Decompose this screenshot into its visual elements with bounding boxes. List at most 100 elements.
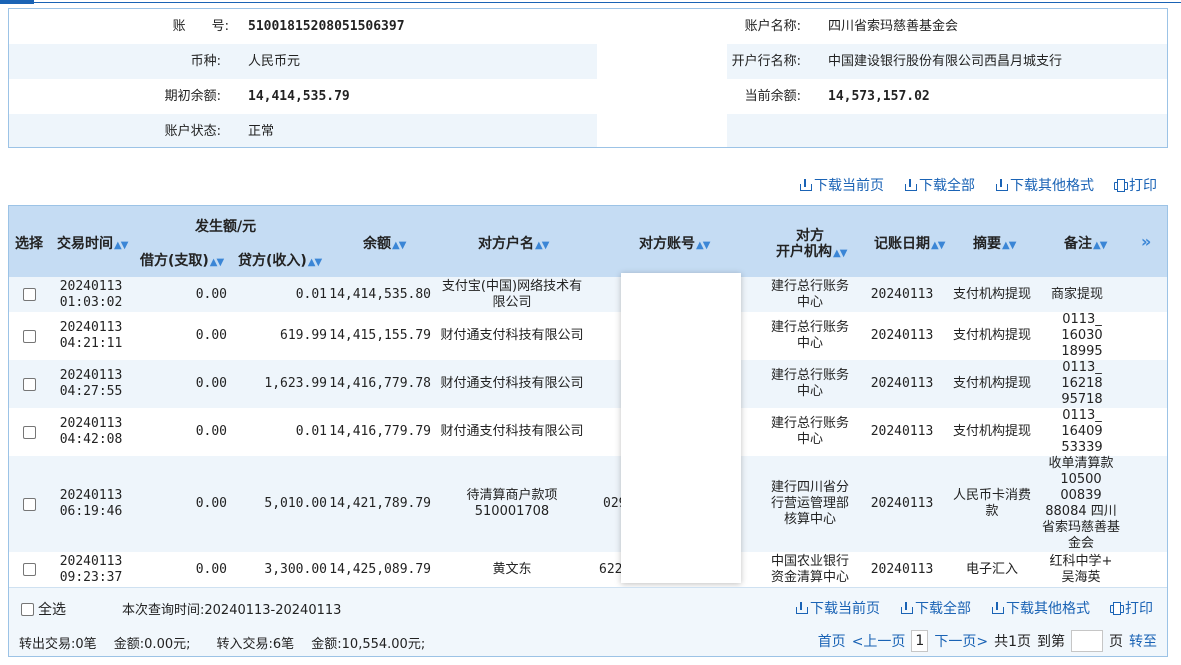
download-other-format-button[interactable]: 下载其他格式	[991, 598, 1090, 618]
row-checkbox-cell[interactable]	[21, 456, 37, 552]
remark: 收单清算款 10500 00839 88084 四川省索玛慈善基金会	[1041, 456, 1120, 551]
page-unit-label: 页	[1109, 634, 1123, 650]
col-balance[interactable]: 余额▲▼	[363, 233, 406, 253]
download-other-format-button[interactable]: 下载其他格式	[995, 175, 1094, 195]
table-footer: 全选 本次查询时间:20240113-20240113 下载当前页 下载全部 下…	[9, 587, 1167, 656]
print-button[interactable]: 打印	[1114, 175, 1157, 195]
col-debit[interactable]: 借方(支取)▲▼	[140, 250, 224, 270]
info-row: 币种: 人民币元 开户行名称: 中国建设银行股份有限公司西昌月城支行	[9, 44, 1167, 79]
col-time[interactable]: 交易时间▲▼	[57, 233, 128, 253]
sort-icon: ▲▼	[114, 240, 128, 251]
post-date: 20240113	[870, 424, 934, 439]
col-counterparty-account[interactable]: 对方账号▲▼	[639, 233, 710, 253]
counterparty-bank: 建行总行账务中心	[770, 368, 849, 399]
debit-value: 0.00	[195, 424, 227, 439]
select-all-checkbox[interactable]	[21, 602, 34, 616]
balance-value: 14,414,535.80	[329, 286, 431, 302]
col-counterparty-bank[interactable]: 开户机构▲▼	[776, 241, 847, 261]
download-icon	[799, 179, 812, 191]
total-pages: 共1页	[994, 634, 1031, 650]
transaction-stats: 转出交易:0笔 金额:0.00元; 转入交易:6笔 金额:10,554.00元;	[19, 637, 426, 652]
post-date: 20240113	[870, 286, 934, 302]
go-button[interactable]: 转至	[1129, 631, 1157, 651]
row-checkbox[interactable]	[22, 497, 36, 511]
table-row[interactable]: 20240113 04:42:08 0.00 0.01 14,416,779.79…	[9, 408, 1167, 456]
balance-value: 14,416,779.79	[329, 424, 431, 439]
summary: 人民币卡消费款	[953, 488, 1032, 519]
col-credit[interactable]: 贷方(收入)▲▼	[238, 250, 322, 270]
row-checkbox-cell[interactable]	[21, 360, 37, 408]
summary: 支付机构提现	[953, 286, 1032, 302]
download-current-page-button[interactable]: 下载当前页	[799, 175, 884, 195]
page-number-input[interactable]	[1071, 630, 1103, 652]
counterparty-name: 财付通支付科技有限公司	[440, 424, 584, 439]
printer-icon	[1114, 179, 1128, 192]
col-remark[interactable]: 备注▲▼	[1064, 233, 1107, 253]
balance-value: 14,416,779.78	[329, 376, 431, 391]
account-status-value: 正常	[248, 124, 275, 139]
debit-value: 0.00	[195, 496, 227, 511]
sort-icon: ▲▼	[1093, 240, 1107, 251]
row-checkbox-cell[interactable]	[21, 552, 37, 587]
post-date: 20240113	[870, 561, 934, 577]
account-name-value: 四川省索玛慈善基金会	[828, 19, 959, 34]
table-row[interactable]: 20240113 04:21:11 0.00 619.99 14,415,155.…	[9, 312, 1167, 360]
row-checkbox-cell[interactable]	[21, 277, 37, 312]
table-header: 选择 交易时间▲▼ 发生额/元 借方(支取)▲▼ 贷方(收入)▲▼ 余额▲▼ 对…	[9, 206, 1167, 277]
post-date: 20240113	[870, 496, 934, 511]
first-page-link[interactable]: 首页	[818, 631, 846, 651]
row-checkbox[interactable]	[22, 288, 36, 301]
credit-value: 5,010.00	[264, 496, 327, 511]
credit-value: 3,300.00	[264, 561, 327, 577]
post-date: 20240113	[870, 328, 934, 343]
download-current-page-button[interactable]: 下载当前页	[795, 598, 880, 618]
balance-value: 14,425,089.79	[329, 561, 431, 577]
col-counterparty-name[interactable]: 对方户名▲▼	[478, 233, 549, 253]
summary: 电子汇入	[965, 561, 1018, 577]
trade-time: 20240113 04:27:55	[59, 368, 123, 399]
download-all-button[interactable]: 下载全部	[900, 598, 971, 618]
row-checkbox[interactable]	[22, 425, 36, 439]
counterparty-name: 财付通支付科技有限公司	[440, 376, 584, 391]
download-icon	[900, 602, 913, 614]
bank-name-value: 中国建设银行股份有限公司西昌月城支行	[828, 54, 1063, 69]
next-page-link[interactable]: 下一页>	[934, 631, 988, 651]
trade-time: 20240113 01:03:02	[59, 278, 123, 310]
balance-value: 14,415,155.79	[329, 328, 431, 343]
row-checkbox-cell[interactable]	[21, 312, 37, 360]
info-row: 账 号: 51001815208051506397 账户名称: 四川省索玛慈善基…	[9, 9, 1167, 44]
info-row: 期初余额: 14,414,535.79 当前余额: 14,573,157.02	[9, 79, 1167, 114]
table-row[interactable]: 20240113 06:19:46 0.00 5,010.00 14,421,78…	[9, 456, 1167, 552]
col-amount-group: 发生额/元	[195, 219, 257, 235]
table-row[interactable]: 20240113 01:03:02 0.00 0.01 14,414,535.80…	[9, 277, 1167, 312]
prev-page-link[interactable]: <上一页	[852, 631, 906, 651]
row-checkbox[interactable]	[22, 563, 36, 576]
row-checkbox[interactable]	[22, 377, 36, 391]
trade-time: 20240113 09:23:37	[59, 553, 123, 585]
select-all[interactable]: 全选	[21, 599, 66, 619]
account-info-panel: 账 号: 51001815208051506397 账户名称: 四川省索玛慈善基…	[8, 8, 1168, 148]
remark: 红科中学+ 吴海英	[1049, 553, 1113, 585]
counterparty-bank: 建行总行账务中心	[770, 320, 849, 351]
more-columns-icon[interactable]: »	[1141, 232, 1151, 251]
table-row[interactable]: 20240113 04:27:55 0.00 1,623.99 14,416,77…	[9, 360, 1167, 408]
download-all-button[interactable]: 下载全部	[904, 175, 975, 195]
summary: 支付机构提现	[953, 328, 1032, 343]
row-checkbox[interactable]	[22, 329, 36, 343]
row-checkbox-cell[interactable]	[21, 408, 37, 456]
debit-value: 0.00	[195, 286, 227, 302]
redaction-box	[621, 273, 741, 583]
printer-icon	[1110, 602, 1124, 615]
opening-balance-value: 14,414,535.79	[248, 89, 350, 104]
credit-value: 1,623.99	[264, 376, 327, 391]
counterparty-name: 黄文东	[492, 561, 532, 577]
print-button[interactable]: 打印	[1110, 598, 1153, 618]
remark: 商家提现	[1050, 286, 1103, 302]
trade-time: 20240113 06:19:46	[59, 488, 123, 519]
col-summary[interactable]: 摘要▲▼	[973, 233, 1016, 253]
table-row[interactable]: 20240113 09:23:37 0.00 3,300.00 14,425,08…	[9, 552, 1167, 587]
remark: 0113_ 16409 53339	[1061, 408, 1103, 455]
col-post-date[interactable]: 记账日期▲▼	[874, 233, 945, 253]
sort-icon: ▲▼	[307, 257, 322, 268]
account-name-label: 账户名称:	[744, 19, 801, 34]
